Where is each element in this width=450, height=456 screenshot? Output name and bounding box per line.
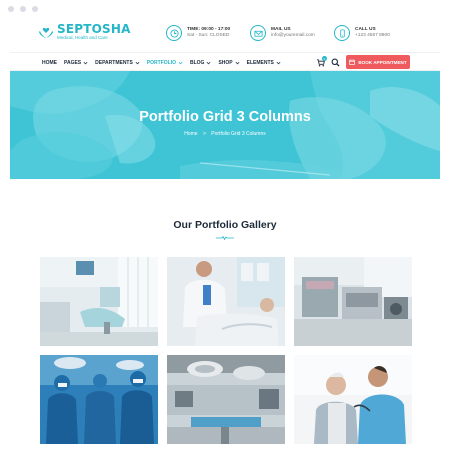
nav-item-label: ELEMENTS (246, 59, 274, 66)
nav-item-label: HOME (42, 59, 57, 66)
nav-item-pages[interactable]: PAGES (64, 60, 88, 66)
book-appointment-label: BOOK APPOINTMENT (358, 59, 407, 65)
brand-tagline: Medical, Health and Care (57, 35, 108, 40)
operating-room-image (167, 355, 285, 444)
page-banner: Portfolio Grid 3 Columns Home > Portfoli… (10, 71, 440, 179)
nav-item-home[interactable]: HOME (42, 60, 57, 66)
calendar-icon (349, 59, 356, 65)
chevron-down-icon (83, 61, 88, 64)
portfolio-item[interactable] (167, 257, 285, 346)
cart-count-badge: 0 (322, 56, 327, 61)
breadcrumb-separator: > (202, 131, 206, 137)
book-appointment-button[interactable]: BOOK APPOINTMENT (346, 55, 410, 69)
breadcrumb-home-link[interactable]: Home (184, 131, 197, 137)
surgeons-team-image (40, 355, 158, 444)
main-navigation: HOME PAGES DEPARTMENTS PORTFOLIO BLOG SHOP ELE… (10, 52, 440, 71)
phone-icon (334, 25, 350, 41)
nav-item-label: DEPARTMENTS (95, 59, 133, 66)
nav-item-label: SHOP (218, 59, 233, 66)
breadcrumb: Home > Portfolio Grid 3 Columns (10, 131, 440, 137)
nav-item-portfolio[interactable]: PORTFOLIO (147, 60, 183, 66)
top-info-bar: SEPTOSHA Medical, Health and Care Time: … (10, 14, 440, 52)
window-dot (8, 6, 14, 12)
page: SEPTOSHA Medical, Health and Care Time: … (10, 14, 440, 456)
portfolio-item[interactable] (294, 257, 412, 346)
nav-item-elements[interactable]: ELEMENTS (247, 60, 281, 66)
info-mail: Mail us info@youremail.com (250, 25, 315, 41)
dental-clinic-image (40, 257, 158, 346)
mail-address[interactable]: info@youremail.com (271, 33, 315, 39)
window-dot (20, 6, 26, 12)
info-time: Time: 09:00 - 17:00 Sat - Sun: CLOSED (166, 25, 230, 41)
info-call: Call us +123 4567 8900 (334, 25, 390, 41)
chevron-down-icon (276, 61, 281, 64)
brand-name: SEPTOSHA (57, 22, 131, 36)
clock-icon (166, 25, 182, 41)
laboratory-equipment-image (294, 257, 412, 346)
mail-icon (250, 25, 266, 41)
chevron-down-icon (207, 61, 211, 64)
nav-item-shop[interactable]: SHOP (218, 59, 240, 66)
call-number[interactable]: +123 4567 8900 (355, 33, 390, 39)
nav-item-label: BLOG (190, 59, 205, 66)
window-dot (32, 6, 38, 12)
brand-logo[interactable]: SEPTOSHA Medical, Health and Care (38, 23, 131, 41)
chevron-down-icon (178, 61, 183, 64)
search-icon[interactable] (331, 58, 340, 67)
breadcrumb-current: Portfolio Grid 3 Columns (211, 131, 266, 137)
page-title: Portfolio Grid 3 Columns (139, 109, 311, 125)
chevron-down-icon (135, 61, 140, 64)
time-sub: Sat - Sun: CLOSED (187, 33, 230, 38)
chevron-down-icon (235, 61, 240, 64)
portfolio-item[interactable] (294, 355, 412, 444)
doctor-patient-image (167, 257, 285, 346)
portfolio-item[interactable] (167, 355, 285, 444)
nav-menu: HOME PAGES DEPARTMENTS PORTFOLIO BLOG SHOP ELE… (42, 53, 281, 72)
portfolio-item[interactable] (40, 355, 158, 444)
window-dots (8, 6, 38, 12)
heartbeat-divider-icon (216, 236, 234, 240)
nav-item-blog[interactable]: BLOG (190, 60, 211, 66)
gallery-heading: Our Portfolio Gallery (173, 219, 277, 231)
banner-background-image (10, 71, 440, 179)
hands-heart-icon (39, 27, 53, 38)
portfolio-item[interactable] (40, 257, 158, 346)
nav-item-label: PORTFOLIO (146, 59, 176, 66)
doctor-checkup-image (294, 355, 412, 444)
nav-item-departments[interactable]: DEPARTMENTS (95, 60, 140, 66)
nav-item-label: PAGES (64, 59, 82, 66)
